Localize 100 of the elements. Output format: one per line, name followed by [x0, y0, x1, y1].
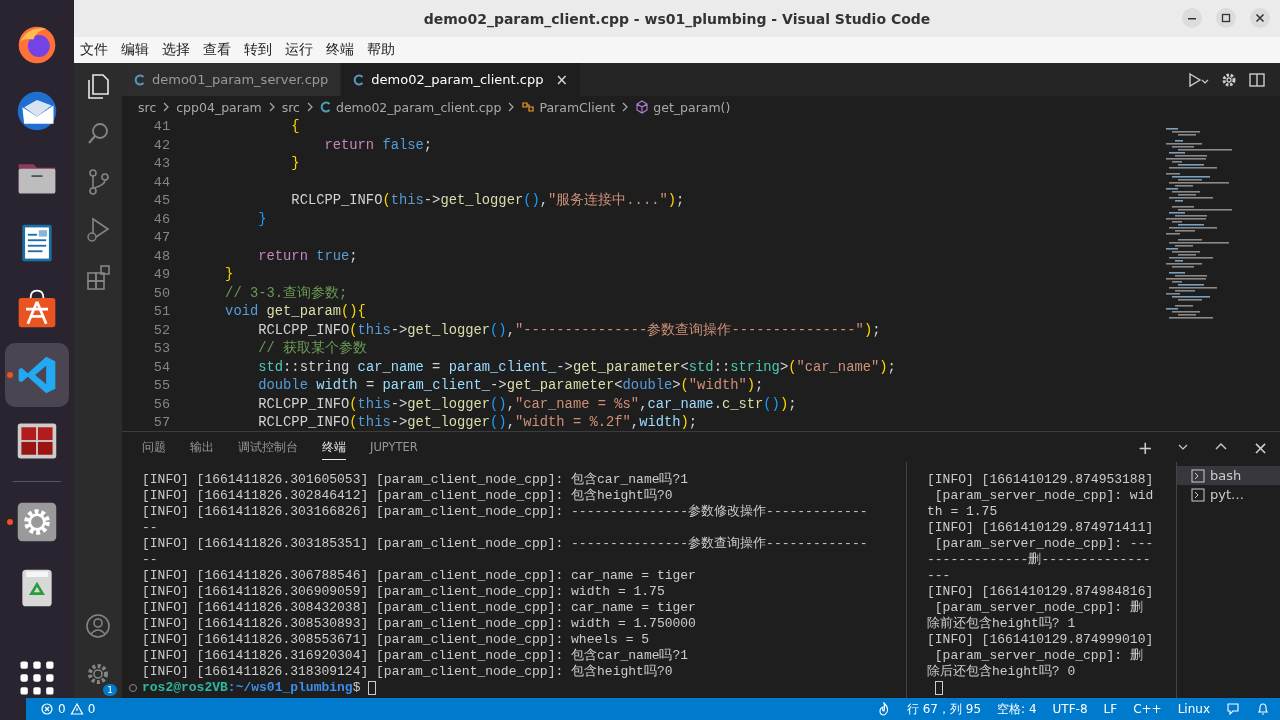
line-number: 46 [152, 210, 170, 229]
panel-tab[interactable]: 终端 [322, 434, 346, 460]
terminal-prompt-icon [1191, 468, 1205, 483]
tab-label: demo02_param_client.cpp [371, 72, 544, 87]
code-line: // 获取某个参数 [257, 340, 368, 358]
bell-icon[interactable] [1256, 702, 1270, 716]
breadcrumb-item[interactable]: cpp04_param [176, 99, 262, 115]
status-item[interactable]: 行 67，列 95 [906, 700, 982, 718]
terminal-line: [param_server_node_cpp]: 删 [933, 600, 1143, 616]
code-line: // 3-3.查询参数; [224, 284, 348, 303]
feedback-icon[interactable] [1226, 702, 1240, 716]
code-line: double width = param_client_->get_parameter<double>("width"); [257, 377, 764, 395]
line-number: 49 [152, 266, 170, 284]
line-number: 41 [152, 118, 170, 136]
status-item[interactable]: 空格: 4 [997, 700, 1037, 718]
error-count[interactable]: 0 [58, 702, 66, 716]
menu-item[interactable]: 转到 [244, 41, 272, 59]
line-number: 55 [152, 377, 170, 395]
close-panel-button[interactable]: × [1252, 436, 1268, 458]
terminal-cursor [935, 680, 943, 695]
breadcrumb-item[interactable]: demo02_param_client.cpp [335, 99, 502, 115]
line-number: 56 [152, 395, 170, 414]
terminal-line: -- [142, 552, 158, 568]
status-item[interactable]: UTF-8 [1052, 702, 1088, 716]
gear-icon[interactable] [15, 500, 59, 544]
breadcrumb-item[interactable]: src [281, 99, 300, 115]
close-icon[interactable] [1250, 8, 1270, 28]
terminal-line: 除后还包含height吗? 0 [927, 664, 1076, 680]
terminal-line: -- [142, 520, 158, 536]
code-line: RCLCPP_INFO(this->get_logger(),"---------------参数查询操作---------------"); [257, 321, 881, 340]
play-bug-icon[interactable] [84, 215, 112, 243]
envelope-icon[interactable] [15, 89, 59, 133]
warning-icon[interactable] [69, 702, 84, 716]
line-number: 42 [152, 136, 170, 155]
code-line: } [290, 155, 300, 173]
editor-tab[interactable]: demo01_param_server.cpp [122, 63, 342, 96]
terminal-line: [INFO] [1661411826.316920304] [param_client_node_cpp]: 包含car_name吗?1 [142, 648, 689, 664]
code-line: } [224, 266, 234, 284]
terminal-line: [INFO] [1661411826.308530893] [param_client_node_cpp]: width = 1.750000 [142, 616, 696, 632]
terminal-line: [INFO] [1661411826.303185351] [param_client_node_cpp]: ---------------参数查询操作------------- [142, 536, 868, 552]
close-tab-button[interactable]: × [555, 70, 569, 89]
status-item[interactable]: Linux [1177, 702, 1210, 716]
terminal-line: [INFO] [1661410129.874953188] [927, 472, 1154, 488]
code-line: } [257, 210, 267, 229]
terminal-line: [INFO] [1661410129.874999010] [927, 632, 1154, 648]
terminal-line: [INFO] [1661410129.874971411] [927, 520, 1154, 536]
error-icon[interactable] [40, 702, 54, 716]
terminal-line: [INFO] [1661411826.306909059] [param_client_node_cpp]: width = 1.75 [142, 584, 665, 600]
menu-item[interactable]: 帮助 [367, 41, 395, 59]
breadcrumb-item[interactable]: get_param() [653, 99, 731, 115]
terminal-line: [INFO] [1661411826.308553671] [param_client_node_cpp]: wheels = 5 [142, 632, 650, 648]
menu-item[interactable]: 选择 [162, 41, 190, 59]
breadcrumb-item[interactable]: ParamClient [539, 99, 616, 115]
panel-tab[interactable]: 调试控制台 [238, 434, 298, 460]
menu-item[interactable]: 文件 [80, 41, 108, 59]
tab-label: demo01_param_server.cpp [152, 72, 329, 87]
code-line: RCLCPP_INFO(this->get_logger(),"car_name = %s",car_name.c_str()); [257, 395, 797, 414]
terminal-list-item[interactable]: bash [1177, 466, 1280, 485]
breadcrumb-item[interactable]: src [138, 99, 157, 115]
status-item[interactable]: C++ [1133, 702, 1162, 716]
terminal-line: [INFO] [1661411826.302846412] [param_client_node_cpp]: 包含height吗?0 [142, 488, 673, 504]
menu-item[interactable]: 查看 [203, 41, 231, 59]
code-line: RCLCPP_INFO(this->get_logger(),"width = %.2f",width); [257, 414, 698, 431]
editor-tab[interactable]: demo02_param_client.cpp × [341, 63, 582, 96]
terminal-prompt-icon [1191, 487, 1205, 502]
panel-tab[interactable]: JUPYTER [370, 435, 418, 459]
terminal-line: [param_server_node_cpp]: wid [933, 488, 1154, 504]
code-line: return false; [323, 136, 433, 155]
warning-count[interactable]: 0 [87, 702, 96, 716]
flame-icon[interactable] [876, 702, 891, 716]
prompt-path: :~/ws01_plumbing [227, 680, 353, 696]
terminal-list-item[interactable]: pyt… [1177, 485, 1280, 504]
panel-tab[interactable]: 问题 [142, 434, 166, 460]
menu-item[interactable]: 终端 [326, 41, 354, 59]
line-number: 45 [152, 192, 170, 210]
terminal-line: [param_server_node_cpp]: --- [933, 536, 1154, 552]
code-line: std::string car_name = param_client_->get_parameter<std::string>("car_name"); [257, 358, 896, 377]
line-number: 54 [152, 358, 170, 377]
terminal-line: [INFO] [1661411826.318309124] [param_client_node_cpp]: 包含height吗?0 [142, 664, 673, 680]
terminal-line: [INFO] [1661411826.306788546] [param_client_node_cpp]: car_name = tiger [142, 568, 696, 584]
split-editor-icon[interactable] [1248, 70, 1266, 89]
terminal-line: [INFO] [1661410129.874984816] [927, 584, 1154, 600]
new-terminal-button[interactable]: + [1137, 436, 1153, 458]
prompt-symbol: $ [352, 680, 361, 696]
cube-icon [635, 100, 650, 114]
line-number: 53 [152, 340, 170, 358]
account-icon[interactable] [84, 612, 112, 640]
cpp-file-icon [353, 73, 366, 86]
menu-item[interactable]: 编辑 [121, 41, 149, 59]
code-line: { [290, 118, 300, 136]
panel-tab[interactable]: 输出 [190, 434, 214, 460]
status-item[interactable]: LF [1103, 702, 1118, 716]
menu-item[interactable]: 运行 [285, 41, 313, 59]
run-icon[interactable] [1186, 70, 1210, 89]
maximize-icon[interactable] [1216, 8, 1236, 28]
minimize-icon[interactable] [1182, 8, 1202, 28]
blocks-icon[interactable] [84, 263, 112, 291]
line-number: 52 [152, 321, 170, 340]
class-icon [521, 100, 536, 114]
line-number: 47 [152, 229, 170, 247]
